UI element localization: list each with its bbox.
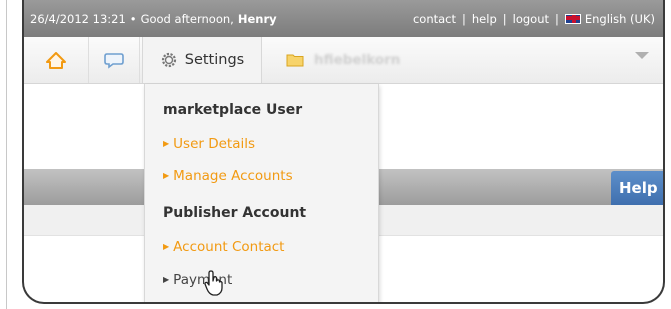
uk-flag-icon [564, 13, 581, 24]
divider: | [555, 11, 559, 26]
home-icon [46, 51, 66, 69]
top-links: contact | help | logout | English (UK) [413, 12, 655, 26]
bullet-separator: • [129, 11, 137, 26]
settings-menu-button[interactable]: Settings [142, 37, 262, 83]
account-name: hfiebelkorn [314, 52, 401, 68]
help-tab[interactable]: Help [611, 171, 663, 205]
divider: | [462, 11, 466, 26]
chat-bubble-icon [104, 52, 124, 69]
main-navbar: Settings hfiebelkorn [24, 37, 663, 84]
menu-item-account-contact[interactable]: ▶ Account Contact [163, 239, 284, 255]
bullet-arrow-icon: ▶ [163, 275, 170, 284]
user-name: Henry [237, 11, 277, 26]
menu-item-manage-accounts[interactable]: ▶ Manage Accounts [163, 168, 293, 184]
folder-icon [286, 54, 304, 67]
messages-button[interactable] [88, 37, 140, 83]
greeting-text: Good afternoon, [140, 11, 234, 26]
browser-frame: 26/4/2012 13:21 • Good afternoon, Henry … [22, 0, 665, 304]
gear-icon [161, 52, 176, 68]
chevron-down-icon[interactable] [635, 52, 649, 59]
menu-item-user-details[interactable]: ▶ User Details [163, 136, 255, 152]
settings-label: Settings [184, 52, 245, 68]
hand-cursor-icon [204, 270, 223, 296]
bullet-arrow-icon: ▶ [163, 139, 170, 148]
help-link[interactable]: help [472, 12, 497, 26]
date-text: 26/4/2012 13:21 [30, 11, 126, 26]
account-switcher[interactable]: hfiebelkorn [286, 37, 456, 83]
contact-link[interactable]: contact [413, 12, 456, 26]
marketplace-user-heading: marketplace User [163, 102, 303, 118]
divider: | [502, 11, 507, 26]
bullet-arrow-icon: ▶ [163, 171, 170, 180]
home-button[interactable] [34, 37, 78, 83]
publisher-account-heading: Publisher Account [163, 205, 307, 221]
logout-link[interactable]: logout [513, 12, 549, 26]
bullet-arrow-icon: ▶ [163, 242, 170, 251]
left-border-line [6, 0, 7, 309]
language-selector[interactable]: English (UK) [585, 12, 655, 26]
status-bar: 26/4/2012 13:21 • Good afternoon, Henry … [24, 0, 663, 37]
settings-dropdown-menu: marketplace User ▶ User Details ▶ Manage A… [144, 84, 379, 302]
